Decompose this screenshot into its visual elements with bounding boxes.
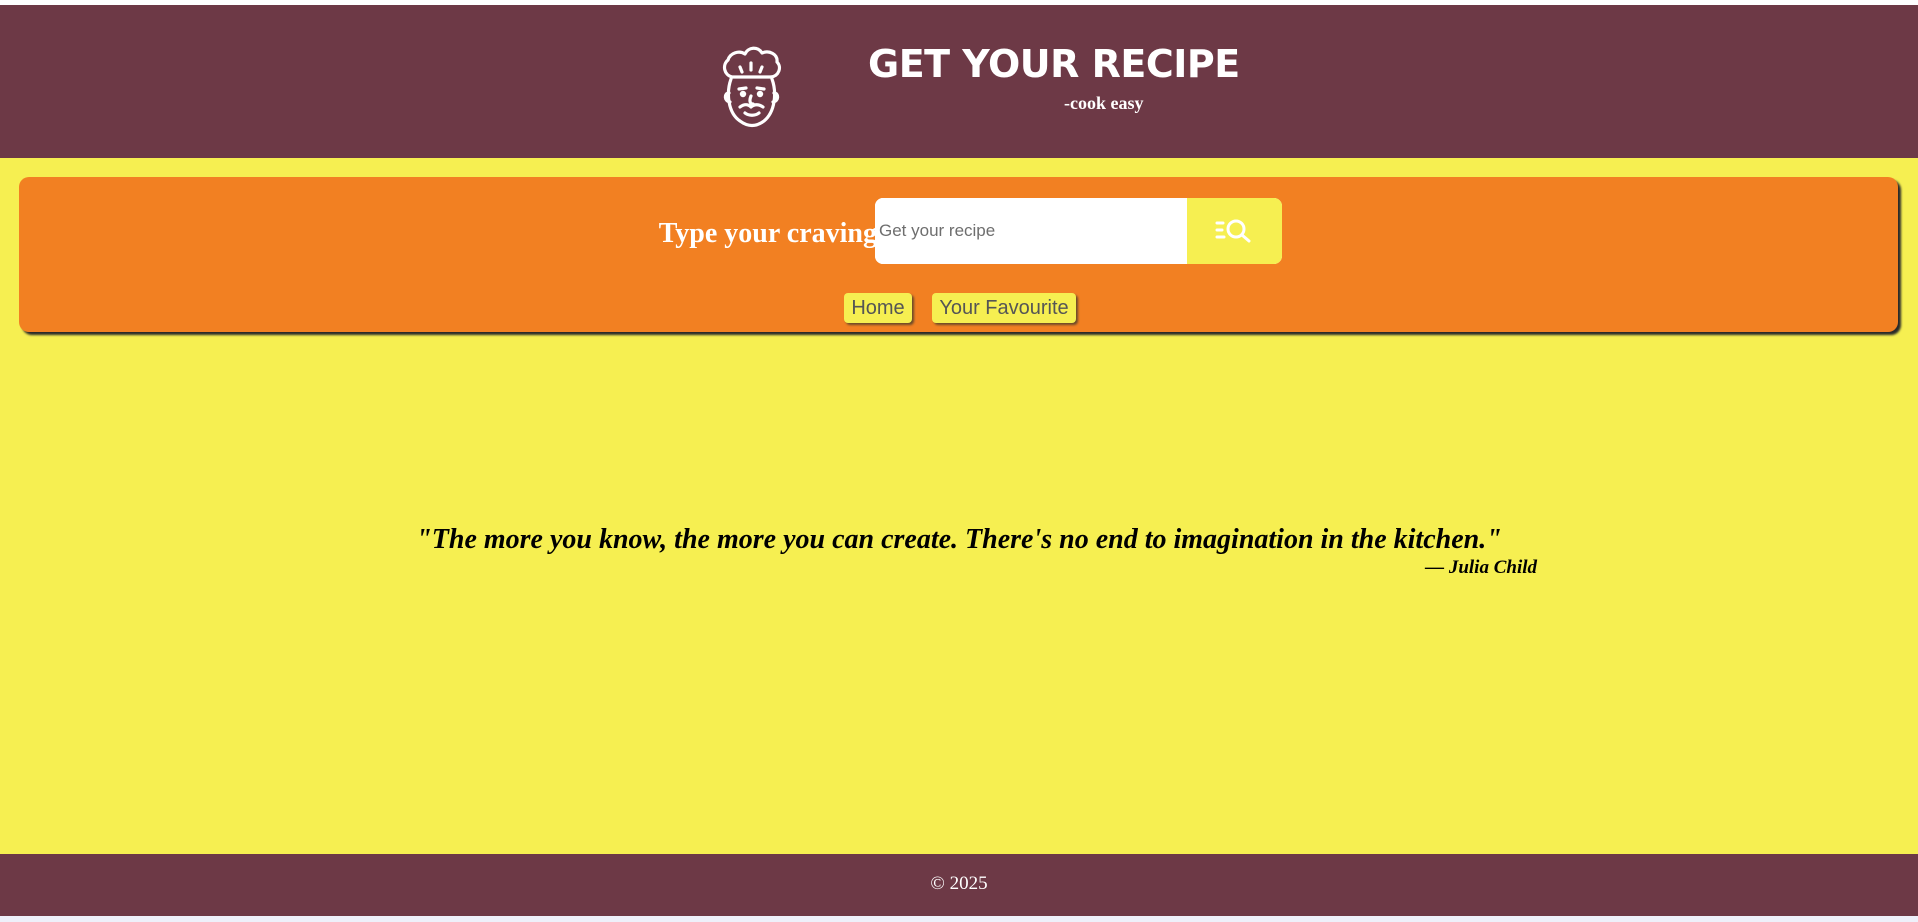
list-search-icon — [1215, 219, 1250, 243]
quote-author: — Julia Child — [1425, 557, 1537, 578]
main-nav: Home Your Favourite — [19, 293, 1898, 325]
search-label: Type your craving — [658, 218, 877, 249]
chef-face-icon[interactable] — [718, 41, 784, 129]
main-content: Type your craving Home Your Favourite "T… — [0, 158, 1918, 854]
search-panel: Type your craving Home Your Favourite — [19, 177, 1898, 332]
site-footer: © 2025 — [0, 854, 1918, 916]
search-input[interactable] — [875, 198, 1187, 264]
site-tagline: -cook easy — [1064, 93, 1144, 113]
nav-favourite-button[interactable]: Your Favourite — [932, 293, 1076, 323]
search-box — [875, 198, 1282, 264]
site-header: GET YOUR RECIPE -cook easy — [0, 5, 1918, 158]
search-button[interactable] — [1187, 198, 1282, 264]
copyright-text: © 2025 — [930, 873, 988, 894]
quote-text: "The more you know, the more you can cre… — [416, 524, 1502, 555]
site-title: GET YOUR RECIPE — [868, 42, 1240, 86]
nav-home-button[interactable]: Home — [844, 293, 912, 323]
